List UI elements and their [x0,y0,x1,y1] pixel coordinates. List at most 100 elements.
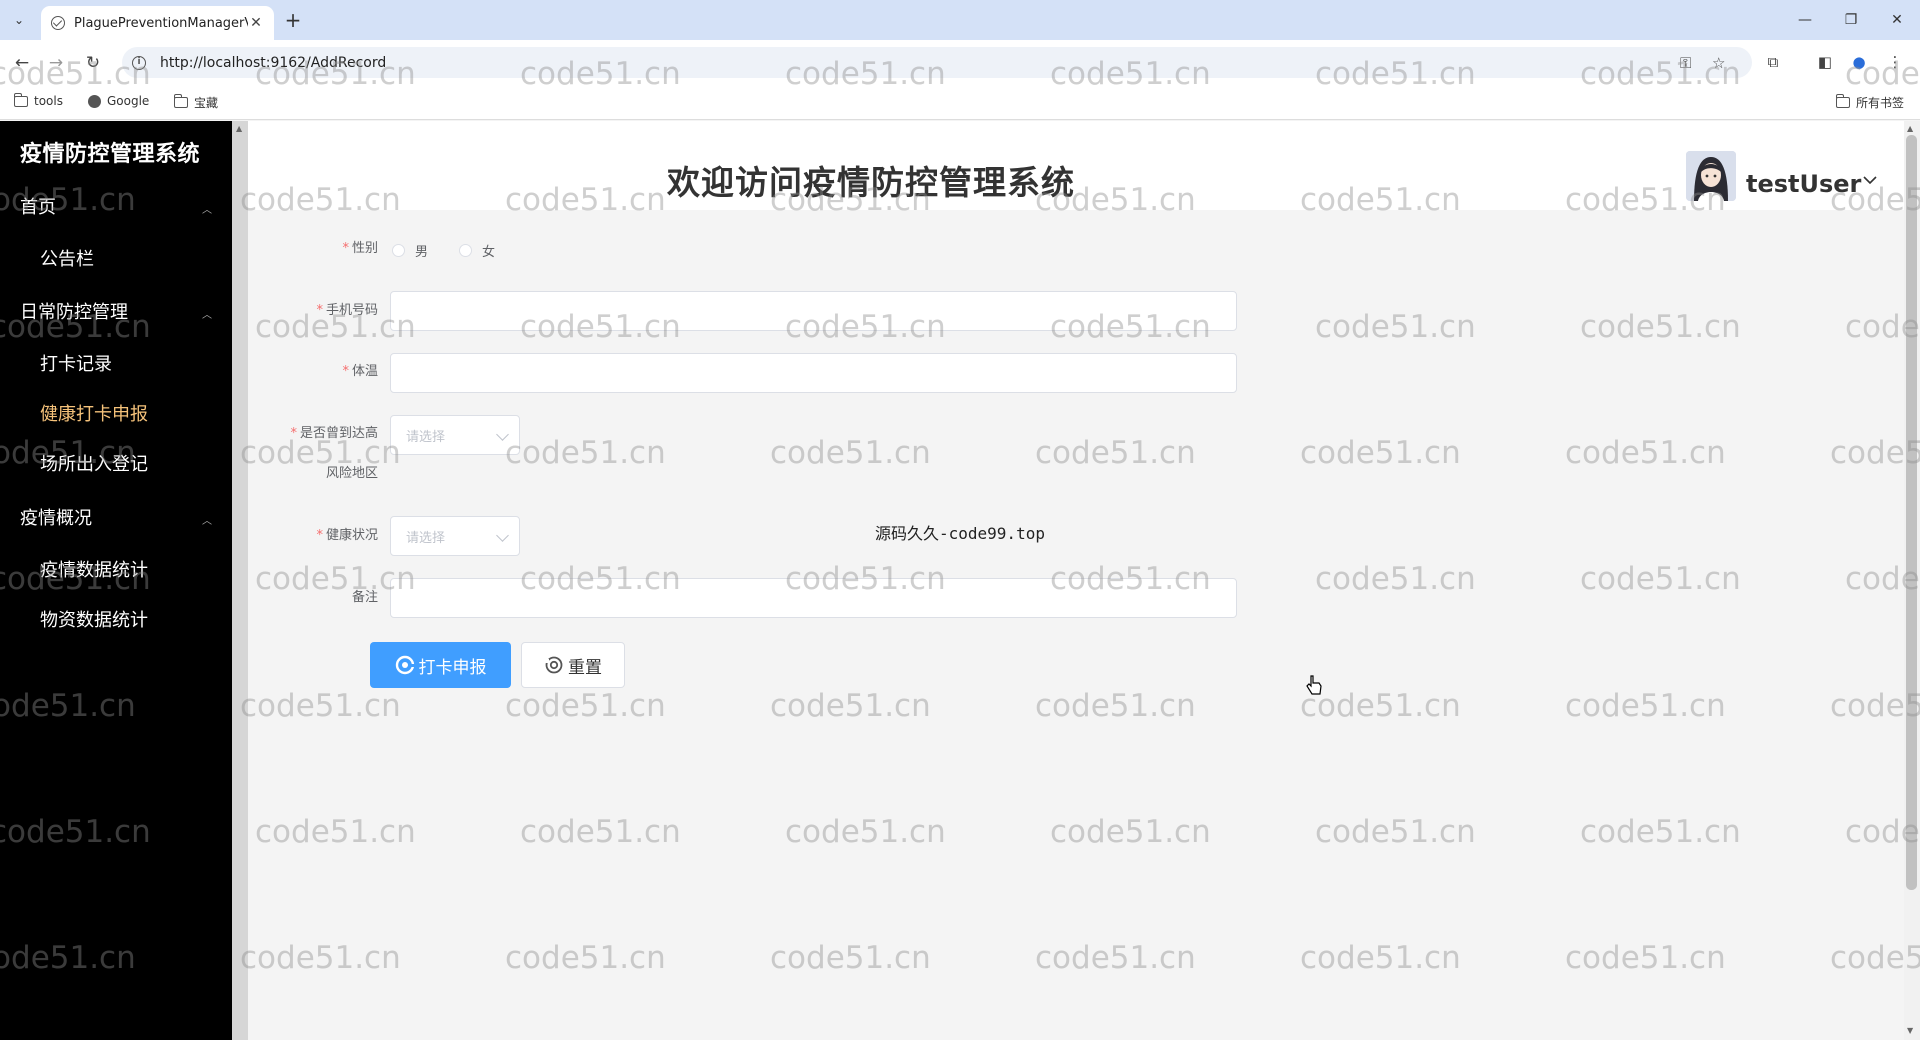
extensions-puzzle-icon[interactable]: ⧉ [1762,51,1784,73]
remark-input[interactable] [390,578,1237,618]
label-text: 体温 [351,364,378,379]
tab-search-chevron-icon[interactable]: ⌄ [8,9,30,31]
restore-window-icon[interactable]: ❐ [1836,8,1866,32]
sidebar-item-notice-board[interactable]: 公告栏 [0,233,232,283]
gender-radio-female[interactable]: 女 [459,241,495,260]
phone-label: * 手机号码 [258,302,378,320]
chevron-down-icon [496,529,509,542]
bookmarks-bar: tools Google 宝藏 所有书签 [0,85,1920,120]
page-scrollbar-thumb[interactable] [1906,135,1917,890]
user-avatar[interactable] [1686,151,1736,201]
menu-group-label: 疫情概况 [20,508,92,529]
high-risk-select[interactable]: 请选择 [390,415,520,455]
sidebar-item-checkin-records[interactable]: 打卡记录 [0,338,232,388]
profile-avatar-icon[interactable]: ● [1848,51,1870,73]
close-tab-icon[interactable]: ✕ [248,15,264,31]
source-overlay-text: 源码久久-code99.top [875,524,1045,543]
password-key-icon[interactable]: ⚿ [1680,47,1691,78]
chevron-down-icon [496,428,509,441]
bookmark-tools[interactable]: tools [14,92,63,108]
hand-cursor-icon [1306,675,1322,695]
required-mark: * [316,303,323,318]
label-text: 性别 [351,241,378,256]
sidebar-scroll-gutter [232,121,248,1040]
temperature-label: * 体温 [258,363,378,381]
browser-menu-icon[interactable]: ⋮ [1884,51,1906,73]
sidebar-item-health-checkin[interactable]: 健康打卡申报 [0,388,232,438]
label-text: 手机号码 [325,303,378,318]
radio-circle-icon [392,244,405,257]
sidebar-item-epidemic-stats[interactable]: 疫情数据统计 [0,544,232,594]
select-placeholder: 请选择 [406,530,446,546]
gender-radio-male[interactable]: 男 [392,241,428,260]
scroll-up-arrow-icon[interactable]: ▲ [236,124,242,133]
sidebar-item-supply-stats[interactable]: 物资数据统计 [0,594,232,644]
menu-group-home[interactable]: 首页 ︿ [0,181,232,231]
menu-item-label: 场所出入登记 [40,454,148,475]
site-info-icon[interactable]: i [132,55,146,70]
button-label: 重置 [568,657,602,678]
reset-button[interactable]: 重置 [521,642,625,688]
chevron-up-icon: ︿ [202,310,212,321]
all-bookmarks[interactable]: 所有书签 [1836,94,1904,111]
browser-tab[interactable]: PlaguePreventionManagerV ✕ [41,6,274,40]
scroll-down-arrow-icon[interactable]: ▼ [1907,1026,1913,1035]
required-mark: * [316,528,323,543]
reset-icon [544,656,563,674]
address-bar[interactable]: i http://localhost:9162/AddRecord ⚿ ☆ [122,47,1752,78]
new-tab-plus-icon[interactable]: + [281,8,305,32]
menu-item-label: 物资数据统计 [40,610,148,631]
tab-title: PlaguePreventionManagerV [74,15,248,31]
folder-icon [174,94,188,108]
page-favicon-icon [51,16,65,30]
side-panel-icon[interactable]: ◧ [1814,51,1836,73]
bookmark-label: 所有书签 [1856,96,1905,110]
url-text: http://localhost:9162/AddRecord [160,54,387,71]
checkin-icon [395,655,415,675]
remark-label: 备注 [351,590,378,605]
bookmark-google[interactable]: Google [88,94,149,108]
bookmark-label: tools [34,94,63,108]
select-placeholder: 请选择 [406,429,446,445]
menu-item-label: 疫情数据统计 [40,560,148,581]
reload-icon[interactable]: ↻ [81,51,105,75]
label-text: 健康状况 [325,528,378,543]
app-brand: 疫情防控管理系统 [20,142,201,167]
minimize-icon[interactable]: — [1790,8,1820,32]
bookmark-label: Google [107,94,150,108]
username[interactable]: testUser [1746,170,1861,198]
chevron-up-icon: ︿ [202,205,212,216]
browser-toolbar: ← → ↻ i http://localhost:9162/AddRecord … [0,40,1920,85]
scroll-up-arrow-icon[interactable]: ▲ [1907,124,1913,133]
browser-tab-bar: ⌄ PlaguePreventionManagerV ✕ + — ❐ ✕ [0,0,1920,40]
menu-group-epidemic-overview[interactable]: 疫情概况 ︿ [0,492,232,542]
gender-label: * 性别 [258,240,378,258]
radio-label: 女 [482,245,496,260]
menu-item-label: 健康打卡申报 [40,404,148,425]
menu-item-label: 公告栏 [40,249,94,270]
user-menu-chevron-down-icon[interactable] [1862,172,1878,188]
submit-checkin-button[interactable]: 打卡申报 [370,642,511,688]
forward-arrow-icon[interactable]: → [44,51,68,75]
health-status-select[interactable]: 请选择 [390,516,520,556]
bookmark-star-icon[interactable]: ☆ [1712,47,1725,78]
folder-icon [1836,94,1850,108]
button-label: 打卡申报 [418,657,487,678]
required-mark: * [290,426,297,441]
radio-circle-icon [459,244,472,257]
sidebar-item-venue-registration[interactable]: 场所出入登记 [0,438,232,488]
avatar-portrait-icon [1686,151,1736,201]
sidebar: 疫情防控管理系统 首页 ︿ 公告栏 日常防控管理 ︿ 打卡记录 健康打卡申报 场… [0,121,232,1040]
bookmark-treasure[interactable]: 宝藏 [174,94,218,111]
back-arrow-icon[interactable]: ← [10,51,34,75]
menu-item-label: 打卡记录 [40,354,112,375]
temperature-input[interactable] [390,353,1237,393]
bookmark-label: 宝藏 [194,96,219,110]
close-window-icon[interactable]: ✕ [1882,8,1912,32]
menu-group-label: 首页 [20,197,56,218]
menu-group-daily-prevention[interactable]: 日常防控管理 ︿ [0,286,232,336]
menu-group-label: 日常防控管理 [20,302,128,323]
chevron-up-icon: ︿ [202,516,212,527]
page-title: 欢迎访问疫情防控管理系统 [667,163,1075,202]
phone-input[interactable] [390,291,1237,331]
